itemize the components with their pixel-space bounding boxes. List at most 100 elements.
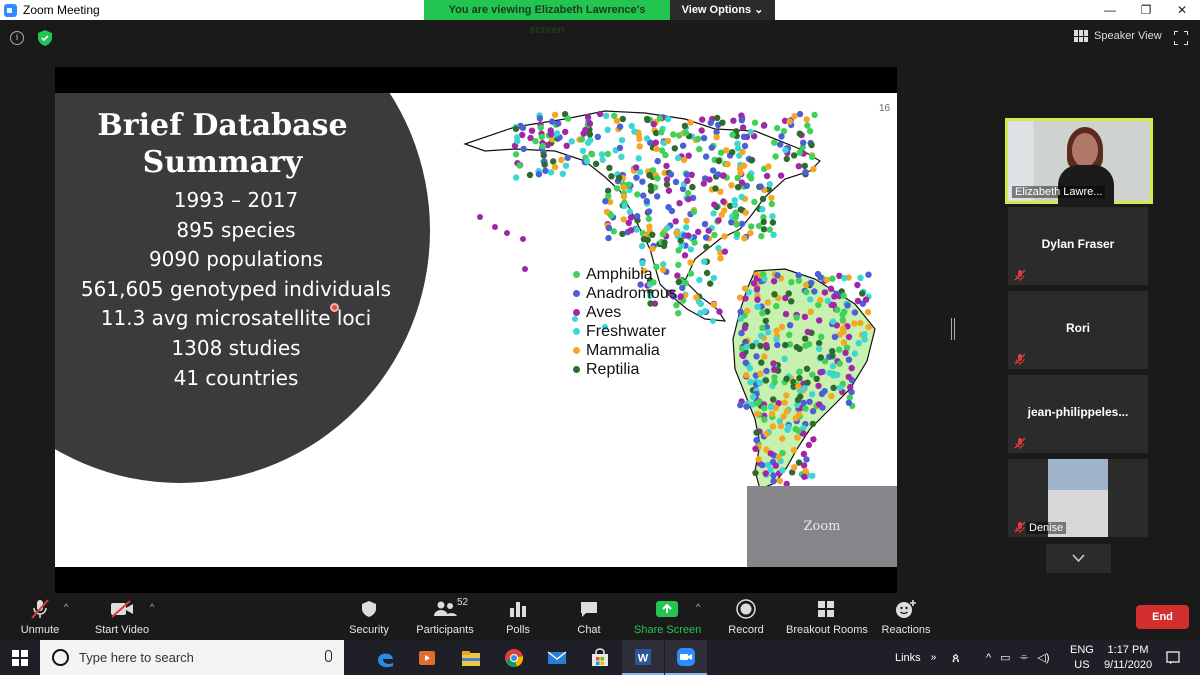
- map-sample-dot: [783, 392, 790, 399]
- legend-dot: [573, 328, 580, 335]
- video-options-caret[interactable]: ^: [150, 602, 154, 612]
- map-sample-dot: [631, 128, 638, 135]
- people-icon[interactable]: ጰ: [952, 640, 960, 675]
- map-sample-dot: [815, 339, 823, 347]
- map-sample-dot: [687, 119, 694, 126]
- start-video-button[interactable]: Start Video: [92, 598, 152, 636]
- map-sample-dot: [710, 210, 717, 217]
- map-sample-dot: [738, 329, 745, 337]
- legend-item: Freshwater: [573, 322, 677, 341]
- show-hidden-icons-icon[interactable]: ^: [986, 652, 991, 664]
- map-sample-dot: [753, 353, 760, 360]
- fullscreen-icon[interactable]: [1174, 31, 1188, 45]
- share-screen-button[interactable]: Share Screen: [634, 598, 701, 636]
- participant-tile[interactable]: Rori: [1008, 291, 1148, 369]
- map-sample-dot: [649, 245, 656, 252]
- chat-button[interactable]: Chat: [571, 598, 607, 636]
- share-options-caret[interactable]: ^: [696, 602, 700, 612]
- map-sample-dot: [702, 153, 710, 160]
- map-sample-dot: [604, 150, 612, 158]
- map-sample-dot: [764, 329, 772, 336]
- notifications-icon[interactable]: [1166, 640, 1180, 675]
- map-sample-dot: [711, 201, 718, 208]
- participant-tile[interactable]: jean-philippeles...: [1008, 375, 1148, 453]
- map-sample-dot: [663, 181, 671, 188]
- chrome-app-icon[interactable]: [493, 640, 535, 675]
- map-sample-dot: [840, 292, 847, 299]
- participant-tile-active-speaker[interactable]: Elizabeth Lawre...: [1005, 118, 1153, 205]
- map-sample-dot: [841, 308, 848, 315]
- store-app-icon[interactable]: [579, 640, 621, 675]
- unmute-button[interactable]: Unmute: [15, 598, 65, 636]
- reactions-button[interactable]: Reactions: [881, 598, 931, 636]
- network-icon[interactable]: ⌯: [1020, 651, 1029, 664]
- links-toolbar[interactable]: Links »: [895, 640, 936, 675]
- info-icon[interactable]: i: [10, 31, 24, 45]
- breakout-rooms-button[interactable]: Breakout Rooms: [786, 598, 868, 636]
- map-sample-dot: [605, 224, 613, 232]
- restore-button[interactable]: ❐: [1128, 0, 1164, 20]
- edge-app-icon[interactable]: [364, 640, 406, 675]
- map-sample-dot: [737, 401, 744, 409]
- minimize-button[interactable]: —: [1092, 0, 1128, 20]
- media-player-app-icon[interactable]: [406, 640, 448, 675]
- map-sample-dot: [758, 233, 765, 240]
- map-sample-dot: [765, 163, 772, 170]
- map-sample-dot: [783, 408, 790, 415]
- map-sample-dot: [643, 198, 650, 205]
- map-sample-dot: [564, 115, 572, 122]
- map-sample-dot: [762, 377, 770, 384]
- map-sample-dot: [753, 436, 760, 444]
- participant-tile[interactable]: Dylan Fraser: [1008, 207, 1148, 285]
- record-button[interactable]: Record: [726, 598, 766, 636]
- security-button[interactable]: Security: [344, 598, 394, 636]
- close-button[interactable]: ✕: [1164, 0, 1200, 20]
- map-sample-dot: [683, 171, 691, 178]
- map-sample-dot: [815, 382, 822, 390]
- map-sample-dot: [719, 172, 727, 179]
- volume-icon[interactable]: ◁): [1037, 651, 1049, 664]
- security-shield-icon: [362, 601, 376, 617]
- map-sample-dot: [733, 230, 741, 237]
- map-sample-dot: [757, 370, 764, 377]
- map-sample-dot: [791, 113, 798, 120]
- map-sample-dot: [541, 161, 548, 168]
- view-options-button[interactable]: View Options ⌄: [670, 0, 775, 20]
- map-sample-dot: [643, 115, 651, 123]
- map-sample-dot: [757, 342, 764, 350]
- map-sample-dot: [755, 456, 762, 463]
- map-sample-dot: [782, 146, 789, 154]
- battery-icon[interactable]: ▭: [1000, 651, 1010, 664]
- encryption-shield-icon[interactable]: [38, 30, 52, 46]
- system-tray-icons[interactable]: ^ ▭ ⌯ ◁): [986, 640, 1050, 675]
- microphone-icon[interactable]: [325, 650, 332, 662]
- audio-options-caret[interactable]: ^: [64, 602, 68, 612]
- legend-item: Mammalia: [573, 341, 677, 360]
- start-button[interactable]: [0, 640, 40, 675]
- taskbar-clock[interactable]: 1:17 PM 9/11/2020: [1100, 643, 1156, 673]
- zoom-app-taskbar-icon[interactable]: [665, 640, 707, 675]
- legend-dot: [573, 271, 580, 278]
- speaker-view-button[interactable]: Speaker View: [1074, 30, 1162, 42]
- map-sample-dot: [855, 340, 862, 347]
- word-app-icon[interactable]: W: [622, 640, 664, 675]
- map-sample-dot: [750, 280, 758, 287]
- map-sample-dot: [693, 294, 700, 301]
- slide-title-line2: Summary: [142, 145, 303, 180]
- map-sample-dot: [685, 196, 692, 203]
- map-sample-dot: [739, 351, 746, 359]
- mail-app-icon[interactable]: [536, 640, 578, 675]
- input-language[interactable]: ENG US: [1070, 643, 1094, 673]
- polls-button[interactable]: Polls: [500, 598, 536, 636]
- map-sample-dot: [634, 191, 641, 198]
- map-sample-dot: [845, 333, 853, 341]
- panel-resize-handle[interactable]: [951, 318, 955, 340]
- end-meeting-button[interactable]: End: [1136, 605, 1189, 629]
- file-explorer-app-icon[interactable]: [450, 640, 492, 675]
- scroll-participants-down-button[interactable]: [1046, 544, 1111, 573]
- map-sample-dot: [779, 435, 786, 442]
- map-sample-dot: [732, 214, 739, 221]
- participant-tile[interactable]: Denise: [1008, 459, 1148, 537]
- taskbar-search-box[interactable]: Type here to search: [40, 640, 344, 675]
- map-sample-dot: [764, 299, 772, 306]
